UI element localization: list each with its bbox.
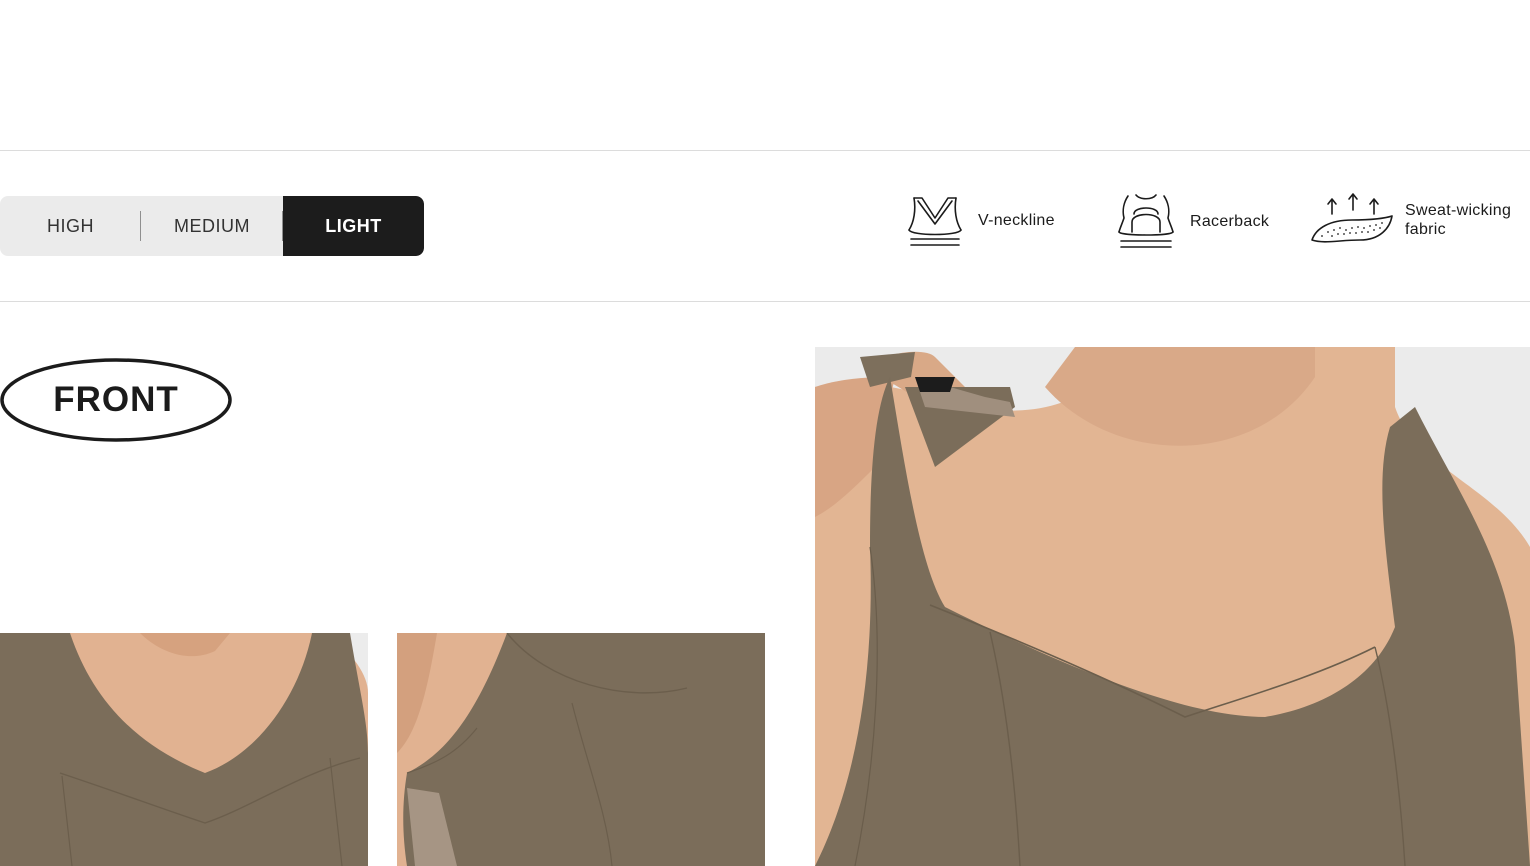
feature-v-neckline: V-neckline — [906, 192, 1055, 248]
support-option-light[interactable]: LIGHT — [283, 196, 424, 256]
header-divider — [0, 150, 1530, 151]
racerback-icon — [1118, 194, 1174, 248]
product-photo-side-crop[interactable] — [397, 633, 765, 866]
view-badge: FRONT — [0, 357, 232, 443]
product-photo-front-crop[interactable] — [0, 633, 368, 866]
support-option-high[interactable]: HIGH — [0, 196, 141, 256]
feature-sweat-wicking: Sweat-wicking fabric — [1310, 192, 1530, 248]
feature-racerback: Racerback — [1116, 192, 1269, 250]
support-level-selector: HIGH MEDIUM LIGHT — [0, 196, 424, 256]
feature-label: V-neckline — [978, 211, 1055, 229]
sweat-wicking-icon — [1311, 193, 1393, 243]
product-photo-model[interactable] — [815, 347, 1530, 866]
feature-label: Racerback — [1190, 212, 1270, 230]
section-divider — [0, 301, 1530, 302]
feature-label: Sweat-wicking fabric — [1405, 202, 1512, 238]
view-badge-label: FRONT — [53, 380, 179, 419]
support-option-medium[interactable]: MEDIUM — [141, 196, 283, 256]
v-neckline-icon — [908, 197, 962, 246]
